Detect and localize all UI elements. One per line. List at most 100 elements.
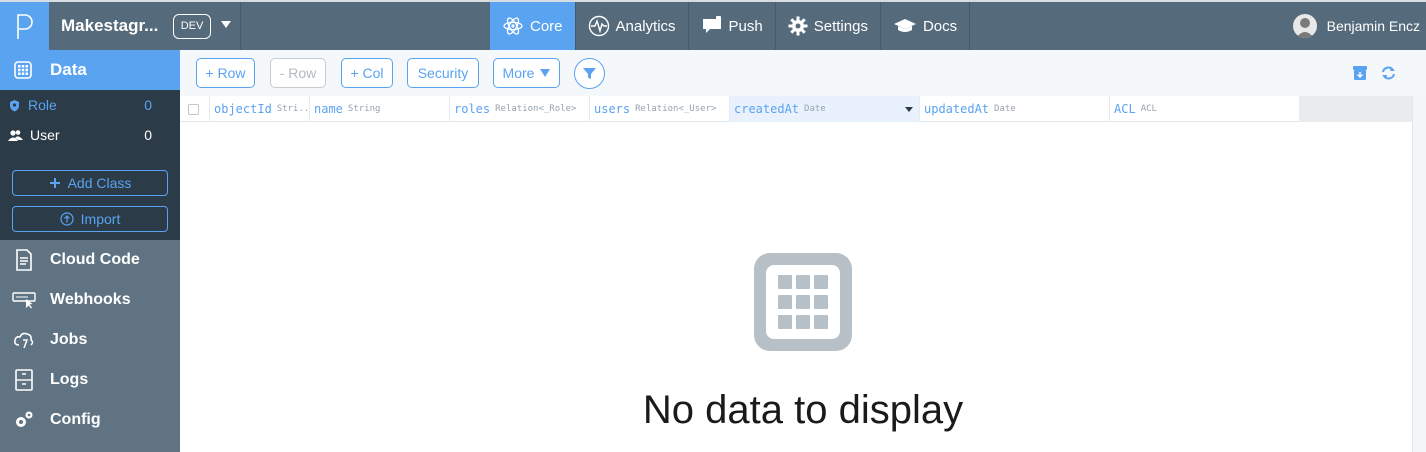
column-type: Relation<_Role> bbox=[495, 104, 577, 114]
user-avatar-icon bbox=[1295, 18, 1314, 38]
config-icon bbox=[12, 408, 36, 432]
sidebar-link-label: Webhooks bbox=[50, 291, 131, 308]
remove-row-button[interactable]: - Row bbox=[270, 58, 326, 88]
nav-core[interactable]: Core bbox=[490, 2, 576, 50]
column-name: updatedAt bbox=[924, 102, 990, 116]
sidebar-item-cloud-code[interactable]: Cloud Code bbox=[0, 240, 180, 280]
app-switcher-caret-icon[interactable] bbox=[221, 21, 231, 28]
column-header-createdat[interactable]: createdAt Date bbox=[730, 96, 920, 122]
column-header-name[interactable]: name String bbox=[310, 96, 450, 122]
sidebar-data-label: Data bbox=[50, 60, 87, 79]
sidebar-item-webhooks[interactable]: Webhooks bbox=[0, 280, 180, 320]
column-type: Stri... bbox=[276, 104, 310, 114]
column-name: createdAt bbox=[734, 102, 800, 116]
sidebar: Data Role 0 User 0 Add Class Import Clou… bbox=[0, 50, 180, 452]
jobs-icon bbox=[12, 328, 36, 352]
column-type: Date bbox=[804, 104, 826, 114]
nav-settings[interactable]: Settings bbox=[776, 2, 881, 50]
nav-settings-label: Settings bbox=[813, 17, 868, 35]
docs-icon bbox=[893, 19, 916, 32]
nav-docs-label: Docs bbox=[922, 17, 958, 35]
sidebar-link-label: Jobs bbox=[50, 331, 88, 348]
logs-icon bbox=[12, 368, 36, 392]
sidebar-link-label: Logs bbox=[50, 371, 89, 388]
push-icon bbox=[702, 16, 721, 33]
toolbar: + Row - Row + Col Security More bbox=[180, 50, 1426, 96]
security-button[interactable]: Security bbox=[407, 58, 479, 88]
sidebar-item-data[interactable]: Data bbox=[0, 50, 180, 90]
refresh-icon[interactable] bbox=[1380, 65, 1397, 81]
column-name: users bbox=[594, 102, 631, 116]
grid-squares-icon bbox=[778, 275, 828, 329]
sidebar-item-logs[interactable]: Logs bbox=[0, 360, 180, 400]
add-class-button[interactable]: Add Class bbox=[12, 170, 168, 196]
class-list: Role 0 User 0 Add Class Import bbox=[0, 90, 180, 240]
gear-icon bbox=[788, 16, 808, 36]
core-icon bbox=[503, 17, 523, 35]
chevron-down-icon bbox=[540, 69, 551, 77]
add-column-button[interactable]: + Col bbox=[341, 58, 393, 88]
class-item-role[interactable]: Role 0 bbox=[0, 92, 180, 118]
class-count: 0 bbox=[144, 97, 152, 113]
sidebar-item-jobs[interactable]: Jobs bbox=[0, 320, 180, 360]
select-all-checkbox[interactable] bbox=[188, 104, 199, 115]
filter-button[interactable] bbox=[574, 58, 605, 89]
role-shield-icon bbox=[10, 99, 19, 111]
sort-descending-icon[interactable] bbox=[905, 107, 913, 112]
nav-core-label: Core bbox=[530, 17, 563, 35]
column-header-roles[interactable]: roles Relation<_Role> bbox=[450, 96, 590, 122]
empty-state-message: No data to display bbox=[642, 388, 964, 432]
column-header-objectid[interactable]: objectId Stri... bbox=[210, 96, 310, 122]
more-button[interactable]: More bbox=[493, 58, 560, 88]
nav-push[interactable]: Push bbox=[689, 2, 776, 50]
column-name: objectId bbox=[214, 102, 272, 116]
upload-icon bbox=[60, 212, 74, 226]
nav-analytics-label: Analytics bbox=[615, 17, 676, 35]
empty-icon-inner bbox=[766, 265, 840, 339]
avatar bbox=[1292, 14, 1317, 38]
webhooks-icon bbox=[12, 288, 36, 312]
divider bbox=[240, 2, 241, 50]
column-header-updatedat[interactable]: updatedAt Date bbox=[920, 96, 1110, 122]
column-type: Relation<_User> bbox=[635, 104, 717, 114]
class-count: 0 bbox=[144, 127, 152, 143]
parse-logo[interactable] bbox=[0, 2, 49, 50]
column-header-acl[interactable]: ACL ACL bbox=[1110, 96, 1300, 122]
column-type: String bbox=[347, 104, 381, 114]
column-name: roles bbox=[454, 102, 491, 116]
user-menu[interactable]: Benjamin Encz bbox=[1292, 2, 1420, 50]
nav-docs[interactable]: Docs bbox=[881, 2, 971, 50]
users-icon bbox=[8, 129, 23, 141]
nav-push-label: Push bbox=[728, 17, 763, 35]
user-name: Benjamin Encz bbox=[1326, 18, 1420, 34]
more-label: More bbox=[502, 65, 535, 81]
table-header: objectId Stri... name String roles Relat… bbox=[180, 96, 1412, 122]
data-grid-icon bbox=[14, 61, 32, 79]
cloud-code-icon bbox=[12, 248, 36, 272]
download-icon[interactable] bbox=[1352, 65, 1368, 81]
vertical-scrollbar[interactable] bbox=[1412, 96, 1426, 452]
env-badge[interactable]: DEV bbox=[173, 14, 211, 39]
plus-icon bbox=[49, 178, 60, 188]
add-row-button[interactable]: + Row bbox=[196, 58, 255, 88]
sidebar-link-label: Cloud Code bbox=[50, 251, 140, 268]
column-type: Date bbox=[994, 104, 1016, 114]
sidebar-link-label: Config bbox=[50, 411, 101, 428]
import-label: Import bbox=[80, 211, 121, 227]
sidebar-item-config[interactable]: Config bbox=[0, 400, 180, 440]
import-button[interactable]: Import bbox=[12, 206, 168, 232]
add-class-label: Add Class bbox=[67, 175, 132, 191]
filter-icon bbox=[583, 68, 596, 79]
select-all-cell bbox=[180, 96, 210, 122]
nav-analytics[interactable]: Analytics bbox=[576, 2, 689, 50]
parse-logo-icon bbox=[16, 14, 33, 39]
column-name: ACL bbox=[1114, 102, 1136, 116]
column-header-users[interactable]: users Relation<_User> bbox=[590, 96, 730, 122]
class-name: Role bbox=[28, 97, 57, 113]
column-name: name bbox=[314, 102, 343, 116]
analytics-icon bbox=[588, 15, 609, 37]
app-name[interactable]: Makestagr... bbox=[61, 2, 158, 50]
top-bar: Makestagr... DEV Core Analytics Push Set… bbox=[0, 0, 1426, 50]
class-item-user[interactable]: User 0 bbox=[0, 122, 180, 148]
empty-data-grid-icon bbox=[754, 253, 852, 351]
